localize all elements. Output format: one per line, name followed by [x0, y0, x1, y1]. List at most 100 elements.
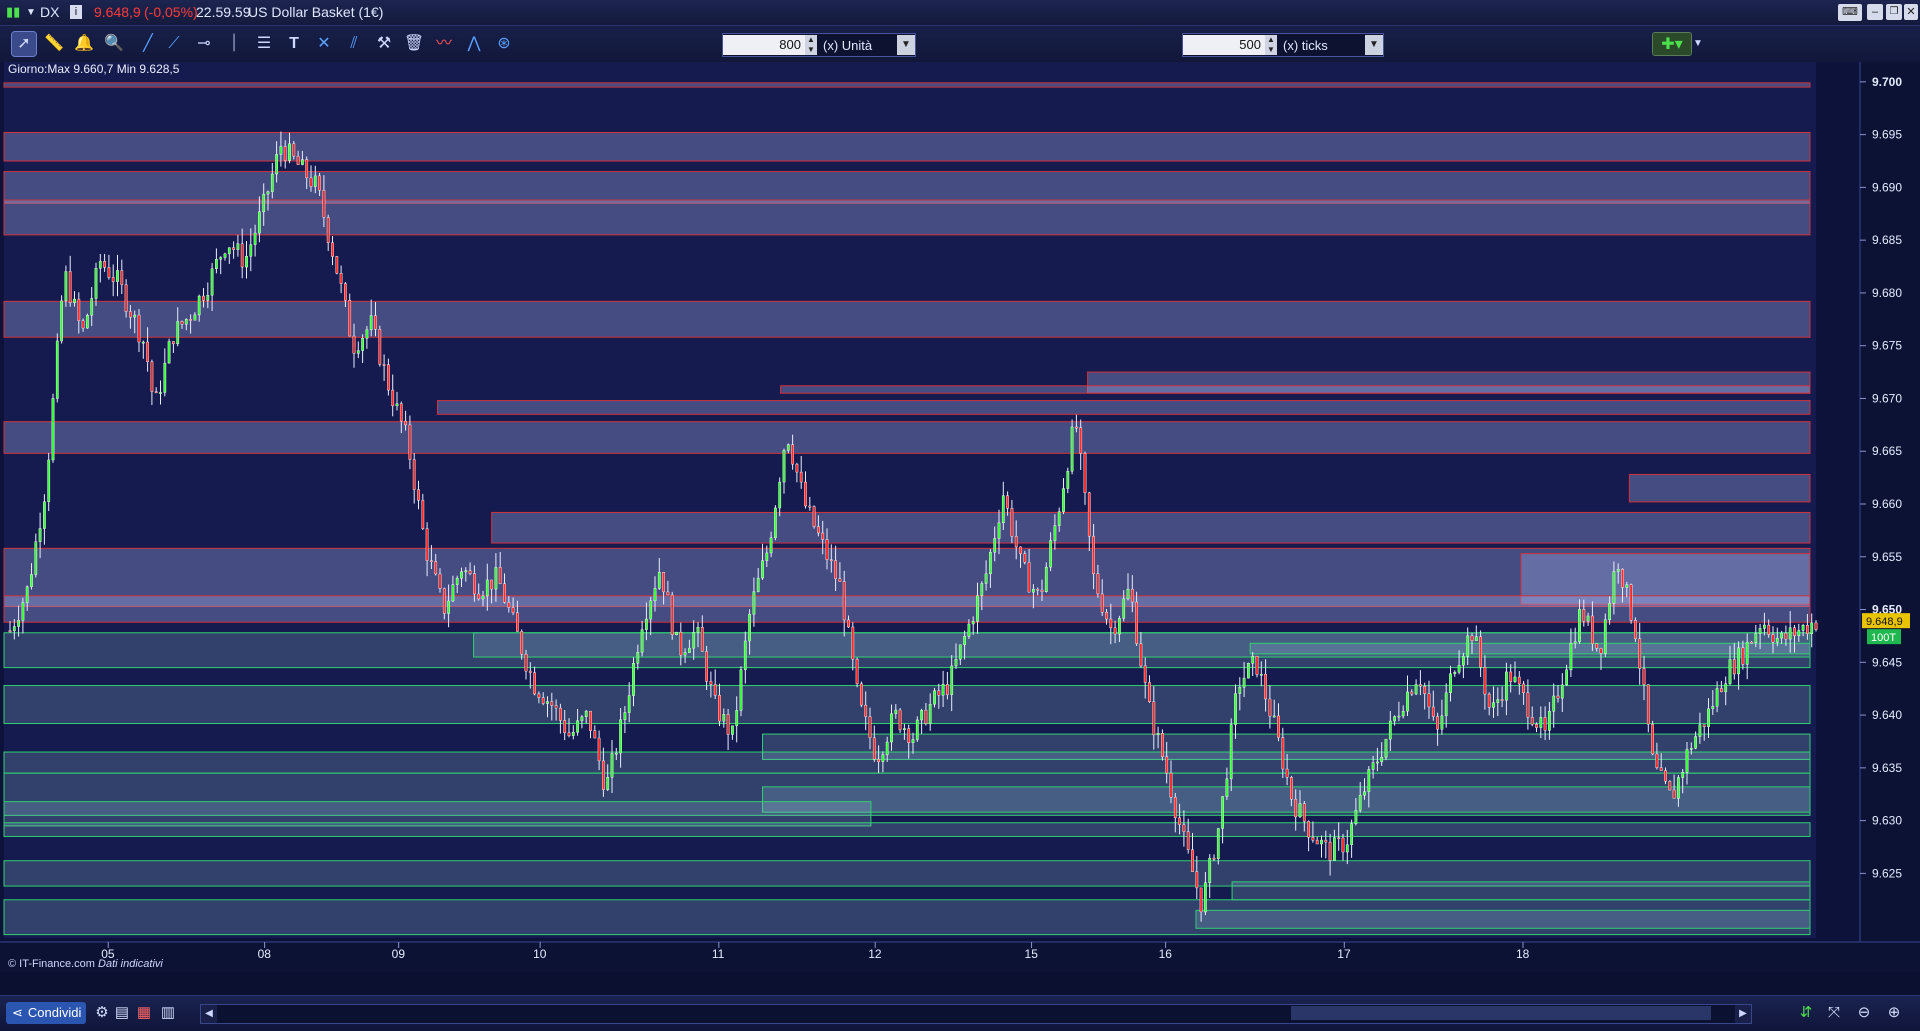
zoom-in-icon[interactable]: ⊕	[1884, 1002, 1904, 1024]
chart-list-icon[interactable]: ▤	[112, 1002, 132, 1024]
pointer-tool-icon[interactable]: ➚	[11, 31, 37, 57]
minimize-icon[interactable]: –	[1867, 4, 1883, 20]
auto-scale-icon[interactable]: ⇵	[1796, 1002, 1816, 1024]
candle-body	[1053, 525, 1057, 541]
tick-size-dropdown-icon[interactable]: ▼	[1365, 35, 1383, 55]
bar-size-dropdown-icon[interactable]: ▼	[897, 35, 915, 55]
symbol-dropdown-icon[interactable]: ▼	[26, 7, 36, 18]
candle-body	[688, 647, 691, 653]
cross-line-tool-icon[interactable]: ✕	[312, 32, 336, 56]
candle-body	[516, 612, 519, 632]
vertical-line-tool-icon[interactable]: ⏐	[222, 32, 246, 56]
y-tick-label: 9.660	[1872, 497, 1902, 511]
candle-body	[1737, 647, 1740, 675]
drawing-toolbar: ➚ 📏 🔔 🔍 ╱ ⟋ ⊸ ⏐ ☰ T ✕ ⫽ ⚒ 🗑 〰 ⋀ ⊛ 800 ▲ ▼…	[0, 26, 1920, 63]
candle-body	[1397, 715, 1401, 718]
candle-body	[481, 595, 485, 600]
price-chart[interactable]: 9.700 9.695 9.690 9.685 9.680 9.675 9.670 9.665…	[0, 62, 1920, 972]
candle-body	[1513, 676, 1517, 682]
studies-settings-icon[interactable]: ⊛	[492, 32, 516, 56]
symbol-label[interactable]: DX	[40, 4, 59, 20]
candle-body	[51, 398, 55, 461]
candle-body	[735, 710, 739, 726]
tick-size-stepper[interactable]: ▲ ▼	[1265, 35, 1277, 55]
candle-body	[1629, 584, 1633, 621]
candle-body	[1621, 569, 1624, 588]
candle-body	[473, 573, 476, 595]
tick-size-field[interactable]: 500 ▲ ▼ (x) ticks ▼	[1182, 33, 1384, 57]
candle-body	[722, 714, 726, 722]
x-tick-label: 11	[712, 947, 725, 961]
candle-body	[326, 217, 330, 243]
candle-body	[1552, 695, 1556, 712]
studies-icon[interactable]: ⋀	[462, 32, 486, 56]
candle-body	[563, 720, 567, 734]
scroll-right-icon[interactable]: ▶	[1735, 1005, 1751, 1023]
candle-body	[1462, 656, 1465, 666]
ruler-tool-icon[interactable]: 📏	[42, 32, 66, 56]
candle-body	[184, 319, 188, 325]
close-icon[interactable]: ✕	[1904, 4, 1918, 20]
bar-size-stepper[interactable]: ▲ ▼	[805, 35, 817, 55]
parallel-lines-tool-icon[interactable]: ⫽	[342, 32, 366, 56]
candle-body	[322, 190, 326, 218]
scroll-left-icon[interactable]: ◀	[201, 1005, 217, 1023]
ray-tool-icon[interactable]: ⟋	[162, 32, 186, 56]
layout-icon[interactable]: ▦	[134, 1002, 154, 1024]
chart-area[interactable]: 9.700 9.695 9.690 9.685 9.680 9.675 9.670 9.665…	[0, 62, 1920, 972]
zoom-out-icon[interactable]: ⊖	[1854, 1002, 1874, 1024]
candle-body	[490, 579, 493, 590]
horizontal-scrollbar[interactable]: ◀ ▶	[200, 1004, 1752, 1024]
zoom-tool-icon[interactable]: 🔍	[102, 32, 126, 56]
candle-body	[808, 505, 812, 508]
bar-size-field[interactable]: 800 ▲ ▼ (x) Unità ▼	[722, 33, 916, 57]
chart-style-icon[interactable]: ✚▾	[1652, 32, 1692, 56]
text-tool-icon[interactable]: T	[282, 32, 306, 56]
candle-body	[1234, 693, 1237, 725]
share-button[interactable]: ⋖ Condividi	[6, 1002, 86, 1024]
candle-body	[890, 713, 893, 743]
candle-body	[1109, 618, 1113, 629]
y-tick-label: 9.680	[1872, 286, 1902, 300]
candle-body	[1044, 566, 1048, 593]
keyboard-icon[interactable]: ⌨	[1838, 4, 1862, 21]
candle-body	[1543, 717, 1547, 731]
candle-body	[649, 600, 653, 620]
candle-body	[1810, 622, 1814, 634]
candle-body	[576, 720, 579, 733]
scroll-thumb[interactable]	[1291, 1006, 1711, 1020]
candle-body	[1801, 625, 1805, 631]
bar-size-value[interactable]: 800	[723, 35, 805, 55]
layout-settings-icon[interactable]: ▥	[158, 1002, 178, 1024]
candle-body	[318, 175, 321, 191]
info-icon[interactable]: i	[70, 5, 82, 19]
data-credit: © IT-Finance.com Dati indicativi	[8, 958, 163, 970]
horizontal-line-tool-icon[interactable]: ⊸	[192, 32, 216, 56]
trendline-tool-icon[interactable]: ╱	[136, 32, 160, 56]
fibonacci-tool-icon[interactable]: ☰	[252, 32, 276, 56]
candle-body	[1376, 761, 1379, 764]
tick-size-value[interactable]: 500	[1183, 35, 1265, 55]
resistance-zone	[3, 82, 1811, 88]
candle-body	[430, 560, 433, 562]
candle-body	[980, 583, 984, 596]
candle-body	[632, 663, 635, 696]
trash-icon[interactable]: 🗑	[402, 32, 426, 56]
restore-icon[interactable]: ❐	[1886, 4, 1902, 20]
indicators-icon[interactable]: 〰	[432, 32, 456, 56]
candle-body	[670, 594, 674, 636]
fit-icon[interactable]: ⤧	[1824, 1002, 1844, 1024]
candle-body	[1130, 588, 1134, 603]
candle-body	[739, 669, 743, 711]
candle-body	[894, 709, 898, 715]
candle-body	[275, 154, 278, 175]
chart-style-dropdown-icon[interactable]: ▼	[1692, 32, 1704, 56]
alert-bell-icon[interactable]: 🔔	[72, 32, 96, 56]
candle-body	[1238, 686, 1242, 694]
resistance-zone	[3, 595, 1811, 623]
candle-body	[150, 361, 154, 392]
tools-settings-icon[interactable]: ⚒	[372, 32, 396, 56]
candle-body	[1096, 573, 1100, 595]
templates-icon[interactable]: ⚙	[92, 1002, 112, 1024]
candle-body	[43, 501, 46, 529]
